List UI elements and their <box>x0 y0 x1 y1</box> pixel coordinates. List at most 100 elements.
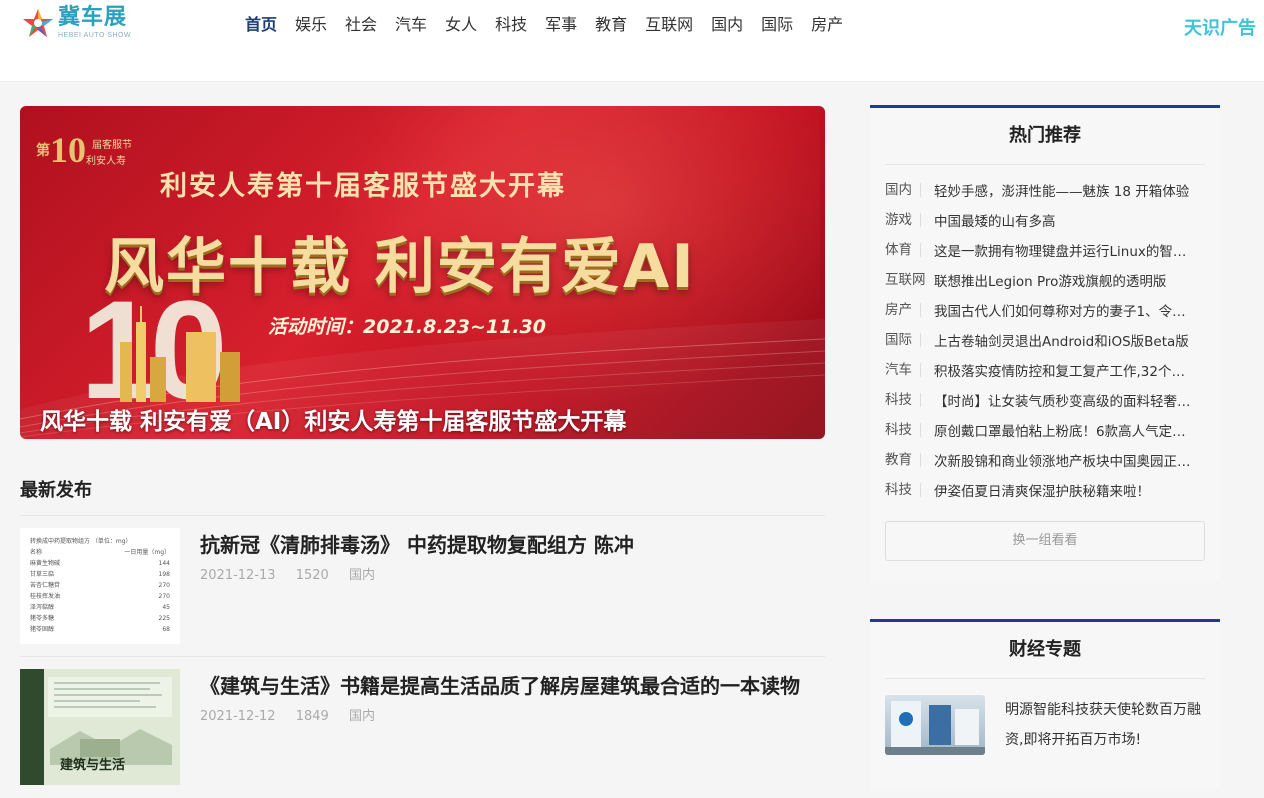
thumb-table-value: 225 <box>158 615 170 622</box>
book-cover-image: 建筑与生活 <box>20 669 180 785</box>
post-title[interactable]: 《建筑与生活》书籍是提高生活品质了解房屋建筑最合适的一本读物 <box>200 673 800 699</box>
hot-item-title[interactable]: 积极落实疫情防控和复工复产工作,32个… <box>934 360 1204 380</box>
badge-number: 10 <box>50 130 86 170</box>
post-meta: 2021-12-13 1520 国内 <box>200 564 634 583</box>
hot-item-category[interactable]: 科技 <box>885 483 921 497</box>
hot-recommend-box: 热门推荐 国内 轻妙手感，澎湃性能——魅族 18 开箱体验 游戏 中国最矮的山有多高体… <box>870 105 1220 581</box>
hot-item-title[interactable]: 伊姿佰夏日清爽保湿护肤秘籍来啦！ <box>934 480 1204 500</box>
hot-list-item[interactable]: 体育 这是一款拥有物理键盘并运行Linux的智… <box>885 235 1205 265</box>
refresh-button[interactable]: 换一组看看 <box>885 521 1205 561</box>
hot-item-title[interactable]: 【时尚】让女装气质秒变高级的面料轻奢… <box>934 390 1204 410</box>
site-header: 冀车展 HEBEI AUTO SHOW 首页 娱乐 社会 汽车 女人 科技 军事… <box>0 0 1264 82</box>
latest-section-title: 最新发布 <box>20 480 92 501</box>
hot-list-item[interactable]: 科技 原创戴口罩最怕粘上粉底！6款高人气定… <box>885 415 1205 445</box>
nav-item-tech[interactable]: 科技 <box>495 14 527 36</box>
thumb-table-value: 45 <box>162 604 170 611</box>
thumb-table-row: 桂枝挥发油 270 <box>30 591 170 602</box>
logo-subtitle: HEBEI AUTO SHOW <box>58 32 132 39</box>
thumb-table-value: 一日用量（mg） <box>124 549 170 556</box>
thumb-table-value: 68 <box>162 626 170 633</box>
thumb-table-row: 猪苓多糖 225 <box>30 613 170 624</box>
hot-item-category[interactable]: 体育 <box>885 243 921 257</box>
thumb-table-row: 转换成中药提取物组方 （单位：mg） <box>30 536 170 547</box>
hot-item-title[interactable]: 原创戴口罩最怕粘上粉底！6款高人气定… <box>934 420 1204 440</box>
hot-item-title[interactable]: 中国最矮的山有多高 <box>934 210 1204 230</box>
post-meta: 2021-12-12 1849 国内 <box>200 705 800 724</box>
thumb-table-row: 猪苓固醇 68 <box>30 624 170 635</box>
nav-item-internet[interactable]: 互联网 <box>645 14 693 36</box>
nav-item-home[interactable]: 首页 <box>245 14 277 36</box>
hot-item-category[interactable]: 游戏 <box>885 213 921 227</box>
hot-item-title[interactable]: 上古卷轴剑灵退出Android和iOS版Beta版 <box>934 330 1204 350</box>
star-logo-icon <box>23 9 53 37</box>
hot-item-category[interactable]: 科技 <box>885 423 921 437</box>
nav-item-domestic[interactable]: 国内 <box>711 14 743 36</box>
hot-list-item[interactable]: 科技 【时尚】让女装气质秒变高级的面料轻奢… <box>885 385 1205 415</box>
hot-item-title[interactable]: 轻妙手感，澎湃性能——魅族 18 开箱体验 <box>934 180 1204 200</box>
hot-item-category[interactable]: 教育 <box>885 453 921 467</box>
hot-item-category[interactable]: 互联网 <box>885 273 926 287</box>
thumb-table-value: 144 <box>158 560 170 567</box>
thumb-table-row: 麻黄生物碱 144 <box>30 558 170 569</box>
hot-list-item[interactable]: 互联网 联想推出Legion Pro游戏旗舰的透明版 <box>885 265 1205 295</box>
thumb-table-name: 苦杏仁糖苷 <box>30 582 61 589</box>
hot-item-category[interactable]: 国际 <box>885 333 921 347</box>
expo-booth-image <box>885 701 985 755</box>
banner-event-time: 活动时间：2021.8.23~11.30 <box>268 316 546 338</box>
post-category[interactable]: 国内 <box>349 568 375 583</box>
thumb-table-name: 名称 <box>30 549 43 556</box>
hot-item-category[interactable]: 房产 <box>885 303 921 317</box>
book-cover-title: 建筑与生活 <box>60 757 125 773</box>
site-logo[interactable]: 冀车展 HEBEI AUTO SHOW <box>22 4 131 42</box>
hot-item-category[interactable]: 汽车 <box>885 363 921 377</box>
hot-title: 热门推荐 <box>885 108 1205 165</box>
nav-item-realestate[interactable]: 房产 <box>811 14 843 36</box>
hot-list-item[interactable]: 汽车 积极落实疫情防控和复工复产工作,32个… <box>885 355 1205 385</box>
nav-item-auto[interactable]: 汽车 <box>395 14 427 36</box>
hot-list-item[interactable]: 科技 伊姿佰夏日清爽保湿护肤秘籍来啦！ <box>885 475 1205 505</box>
nav-item-education[interactable]: 教育 <box>595 14 627 36</box>
post-thumbnail[interactable]: 建筑与生活 <box>20 669 180 785</box>
thumb-table-name: 甘草三萜 <box>30 571 55 578</box>
hot-list-item[interactable]: 房产 我国古代人们如何尊称对方的妻子1、令… <box>885 295 1205 325</box>
hot-list-item[interactable]: 国际 上古卷轴剑灵退出Android和iOS版Beta版 <box>885 325 1205 355</box>
hot-list-item[interactable]: 游戏 中国最矮的山有多高 <box>885 205 1205 235</box>
nav-item-entertainment[interactable]: 娱乐 <box>295 14 327 36</box>
finance-title: 财经专题 <box>885 622 1205 679</box>
prescription-table-image: 转换成中药提取物组方 （单位：mg） 名称 一日用量（mg） 麻黄生物碱 144 甘草三萜… <box>20 528 180 644</box>
post-category[interactable]: 国内 <box>349 709 375 724</box>
hot-list-item[interactable]: 教育 次新股锦和商业领涨地产板块中国奥园正… <box>885 445 1205 475</box>
hero-banner[interactable]: 第 10 届客服节 利安人寿 利安人寿第十届客服节盛大开幕 10 风华十载 利安… <box>20 106 825 439</box>
hot-item-title[interactable]: 联想推出Legion Pro游戏旗舰的透明版 <box>934 270 1204 290</box>
nav-item-women[interactable]: 女人 <box>445 14 477 36</box>
hot-list-item[interactable]: 国内 轻妙手感，澎湃性能——魅族 18 开箱体验 <box>885 175 1205 205</box>
post-thumbnail[interactable]: 转换成中药提取物组方 （单位：mg） 名称 一日用量（mg） 麻黄生物碱 144 甘草三萜… <box>20 528 180 644</box>
nav-item-international[interactable]: 国际 <box>761 14 793 36</box>
book-cover-art: 建筑与生活 <box>20 669 172 785</box>
hot-item-category[interactable]: 国内 <box>885 183 921 197</box>
badge-line1: 届客服节 <box>92 140 132 151</box>
banner-caption[interactable]: 风华十载 利安有爱（AI）利安人寿第十届客服节盛大开幕 <box>40 405 626 439</box>
ad-link[interactable]: 天识广告 <box>1184 14 1256 40</box>
thumb-table-row: 苦杏仁糖苷 270 <box>30 580 170 591</box>
finance-item-title[interactable]: 明源智能科技获天使轮数百万融资,即将开拓百万市场! <box>1005 695 1205 755</box>
thumb-table-name: 猪苓多糖 <box>30 615 55 622</box>
finance-item[interactable]: 明源智能科技获天使轮数百万融资,即将开拓百万市场! <box>885 679 1205 771</box>
hot-item-title[interactable]: 我国古代人们如何尊称对方的妻子1、令… <box>934 300 1204 320</box>
nav-item-military[interactable]: 军事 <box>545 14 577 36</box>
main-column: 第 10 届客服节 利安人寿 利安人寿第十届客服节盛大开幕 10 风华十载 利安… <box>20 106 825 798</box>
hot-item-category[interactable]: 科技 <box>885 393 921 407</box>
post-item[interactable]: 建筑与生活 《建筑与生活》书籍是提高生活品质了解房屋建筑最合适的一本读物 202… <box>20 657 825 798</box>
nav-item-society[interactable]: 社会 <box>345 14 377 36</box>
thumb-table-value: 270 <box>158 582 170 589</box>
thumb-table-name: 转换成中药提取物组方 （单位：mg） <box>30 538 132 545</box>
hot-item-title[interactable]: 次新股锦和商业领涨地产板块中国奥园正… <box>934 450 1204 470</box>
hot-item-title[interactable]: 这是一款拥有物理键盘并运行Linux的智… <box>934 240 1204 260</box>
thumb-table-row: 泽泻萜醇 45 <box>30 602 170 613</box>
finance-thumbnail[interactable] <box>885 695 985 755</box>
thumb-table-row: 名称 一日用量（mg） <box>30 547 170 558</box>
post-date: 2021-12-13 <box>200 568 276 583</box>
post-title[interactable]: 抗新冠《清肺排毒汤》 中药提取物复配组方 陈冲 <box>200 532 634 558</box>
badge-line2: 利安人寿 <box>86 156 126 167</box>
post-item[interactable]: 转换成中药提取物组方 （单位：mg） 名称 一日用量（mg） 麻黄生物碱 144 甘草三萜… <box>20 516 825 657</box>
